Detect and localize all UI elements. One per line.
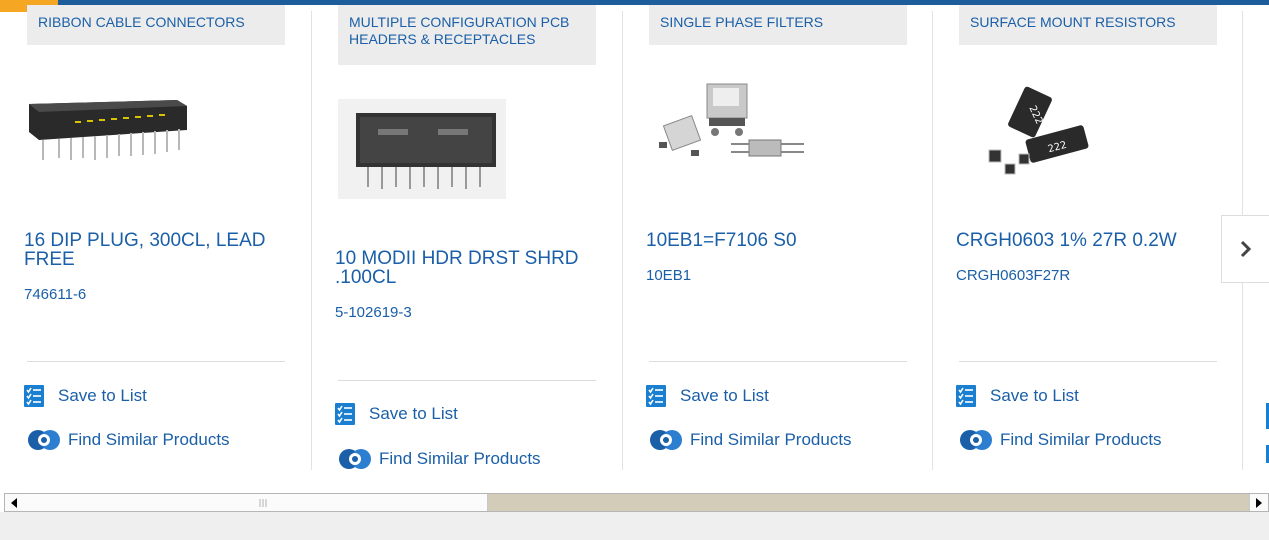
divider xyxy=(959,361,1217,362)
chevron-right-icon xyxy=(1240,240,1251,258)
carousel-next-button[interactable] xyxy=(1221,215,1269,283)
divider xyxy=(338,380,596,381)
checklist-icon xyxy=(24,385,44,407)
part-number-link[interactable]: 746611-6 xyxy=(24,286,86,303)
category-label[interactable]: SINGLE PHASE FILTERS xyxy=(649,5,907,45)
part-number-link[interactable]: 5-102619-3 xyxy=(335,304,412,321)
find-similar-label: Find Similar Products xyxy=(1000,430,1162,449)
checklist-icon xyxy=(335,403,355,425)
divider xyxy=(27,361,285,362)
find-similar-button[interactable]: Find Similar Products xyxy=(956,429,1162,451)
find-similar-label: Find Similar Products xyxy=(379,449,541,468)
triangle-right-icon xyxy=(1256,497,1262,508)
save-to-list-button[interactable]: Save to List xyxy=(956,385,1079,407)
part-number-link[interactable]: 10EB1 xyxy=(646,267,691,284)
save-to-list-label: Save to List xyxy=(680,386,769,405)
similar-products-icon xyxy=(650,430,682,450)
find-similar-label: Find Similar Products xyxy=(690,430,852,449)
save-to-list-button[interactable]: Save to List xyxy=(24,385,147,407)
similar-products-icon xyxy=(960,430,992,450)
checklist-icon xyxy=(956,385,976,407)
category-label[interactable]: RIBBON CABLE CONNECTORS xyxy=(27,5,285,45)
product-card: SURFACE MOUNT RESISTORS 222 222 CRGH0603… xyxy=(932,5,1242,490)
product-card: MULTIPLE CONFIGURATION PCB HEADERS & REC… xyxy=(311,5,621,490)
part-number-link[interactable]: CRGH0603F27R xyxy=(956,267,1070,284)
find-similar-label: Find Similar Products xyxy=(68,430,230,449)
category-label[interactable]: MULTIPLE CONFIGURATION PCB HEADERS & REC… xyxy=(338,5,596,65)
product-name-link[interactable]: 16 DIP PLUG, 300CL, LEAD FREE xyxy=(24,231,294,269)
category-label[interactable]: SURFACE MOUNT RESISTORS xyxy=(959,5,1217,45)
save-to-list-label: Save to List xyxy=(58,386,147,405)
find-similar-button[interactable]: Find Similar Products xyxy=(24,429,230,451)
save-to-list-label: Save to List xyxy=(369,404,458,423)
save-to-list-button[interactable]: Save to List xyxy=(335,403,458,425)
find-similar-button[interactable]: Find Similar Products xyxy=(335,448,541,470)
grip-icon xyxy=(259,499,267,507)
similar-products-icon xyxy=(28,430,60,450)
product-image[interactable] xyxy=(649,80,814,180)
product-image[interactable]: 222 222 xyxy=(959,80,1099,180)
horizontal-scrollbar[interactable] xyxy=(4,493,1269,512)
scrollbar-track[interactable] xyxy=(488,494,1250,511)
product-image[interactable] xyxy=(27,100,192,165)
product-image[interactable] xyxy=(338,99,506,199)
scroll-right-button[interactable] xyxy=(1249,494,1268,511)
checklist-icon xyxy=(646,385,666,407)
product-name-link[interactable]: 10 MODII HDR DRST SHRD .100CL xyxy=(335,249,605,287)
divider xyxy=(649,361,907,362)
product-card: RIBBON CABLE CONNECTORS 16 DIP PLUG, 300… xyxy=(0,5,310,490)
triangle-left-icon xyxy=(11,497,17,508)
bottom-panel xyxy=(0,512,1269,540)
product-name-link[interactable]: CRGH0603 1% 27R 0.2W xyxy=(956,231,1226,250)
scrollbar-thumb[interactable] xyxy=(23,494,488,511)
scroll-left-button[interactable] xyxy=(5,494,24,511)
product-name-link[interactable]: 10EB1=F7106 S0 xyxy=(646,231,916,250)
save-to-list-button[interactable]: Save to List xyxy=(646,385,769,407)
product-card: SINGLE PHASE FILTERS 10EB1=F7106 S0 10EB… xyxy=(622,5,932,490)
find-similar-button[interactable]: Find Similar Products xyxy=(646,429,852,451)
similar-products-icon xyxy=(339,449,371,469)
product-carousel: RIBBON CABLE CONNECTORS 16 DIP PLUG, 300… xyxy=(0,5,1269,490)
save-to-list-label: Save to List xyxy=(990,386,1079,405)
